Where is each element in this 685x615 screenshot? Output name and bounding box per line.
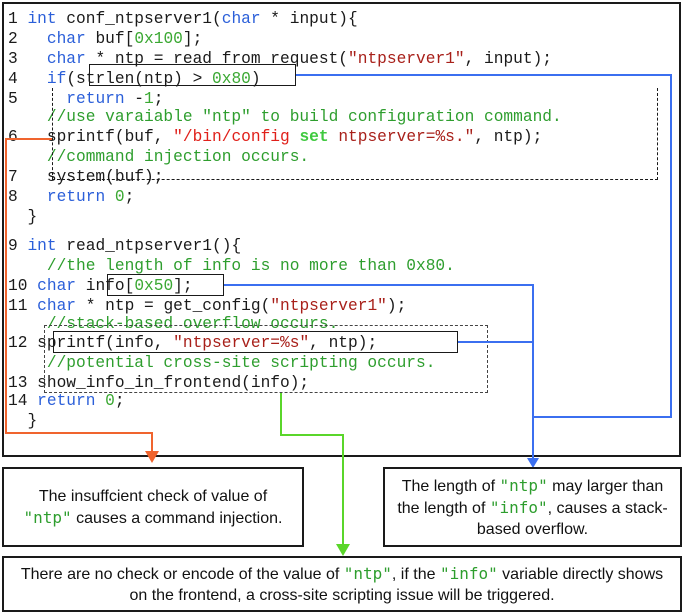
code-token: read_ntpserver1(){ (56, 237, 242, 255)
line-number (8, 148, 27, 166)
code-token: , input); (464, 50, 553, 68)
code-token: ); (386, 297, 407, 315)
code-token: } (27, 412, 38, 430)
var-info: "info" (439, 563, 498, 583)
code-keyword: if (46, 70, 67, 88)
note-xss: There are no check or encode of the valu… (2, 556, 682, 612)
code-token: buf[ (85, 30, 135, 48)
note-text: The length of (401, 477, 500, 495)
code-keyword: char (46, 30, 86, 48)
note-text: There are no check or encode of the valu… (20, 565, 344, 583)
code-token: * ntp = get_config( (76, 297, 271, 315)
code-line: 11 char * ntp = get_config("ntpserver1")… (8, 296, 406, 316)
code-line: //the length of info is no more than 0x8… (8, 256, 455, 276)
var-ntp: "ntp" (343, 563, 392, 583)
line-number: 3 (8, 50, 28, 68)
code-string: "ntpserver1" (270, 297, 387, 315)
code-line: 9 int read_ntpserver1(){ (8, 236, 241, 256)
code-token: ; (124, 188, 135, 206)
strlen-check-highlight (89, 64, 296, 86)
code-token: } (27, 208, 38, 226)
code-line: 14 return 0; (8, 391, 125, 411)
line-number: 5 (8, 90, 28, 108)
line-number: 4 (8, 70, 28, 88)
code-keyword: int (27, 237, 57, 255)
line-number: 11 (8, 297, 38, 315)
code-token: * input){ (260, 10, 358, 28)
code-line: 8 return 0; (8, 187, 134, 207)
line-number: 13 (8, 374, 38, 392)
code-keyword: char (221, 10, 261, 28)
note-command-injection: The insuffcient check of value of "ntp" … (2, 467, 304, 547)
line-number: 1 (8, 10, 28, 28)
code-keyword: char (46, 50, 86, 68)
line-number (8, 257, 27, 275)
code-keyword: char (37, 297, 77, 315)
note-text: , if the (391, 565, 440, 583)
code-token: ]; (182, 30, 203, 48)
line-number (8, 208, 27, 226)
line-number: 6 (8, 128, 28, 146)
code-keyword: return (37, 392, 96, 410)
code-token: ; (114, 392, 125, 410)
var-info: "info" (489, 497, 548, 517)
code-keyword: char (37, 277, 77, 295)
note-text: causes a command injection. (71, 509, 283, 527)
code-number: 0x100 (134, 30, 183, 48)
code-comment: //the length of info is no more than 0x8… (27, 257, 455, 275)
line-number: 8 (8, 188, 28, 206)
code-number: 0 (114, 188, 125, 206)
code-line: 1 int conf_ntpserver1(char * input){ (8, 9, 358, 29)
sprintf-info-highlight (53, 331, 458, 353)
line-number (8, 412, 27, 430)
var-ntp: "ntp" (23, 507, 72, 527)
code-line: 2 char buf[0x100]; (8, 29, 202, 49)
line-number (8, 108, 27, 126)
code-keyword: return (46, 188, 106, 206)
code-string: "ntpserver1" (348, 50, 465, 68)
line-number: 14 (8, 392, 38, 410)
code-number: 0 (105, 392, 115, 410)
info-buffer-highlight (107, 274, 224, 296)
code-keyword: int (27, 10, 57, 28)
command-injection-region (52, 88, 658, 180)
line-number: 12 (8, 334, 38, 352)
line-number: 9 (8, 237, 28, 255)
note-text: The insuffcient check of value of (38, 487, 268, 505)
code-line: } (8, 411, 37, 431)
line-number (8, 315, 27, 333)
line-number: 2 (8, 30, 28, 48)
line-number: 7 (8, 168, 28, 186)
var-ntp: "ntp" (499, 475, 548, 495)
arrow-green-head (336, 544, 350, 556)
line-number (8, 354, 27, 372)
line-number: 10 (8, 277, 38, 295)
note-stack-overflow: The length of "ntp" may larger than the … (383, 467, 682, 547)
code-token: conf_ntpserver1( (56, 10, 222, 28)
code-line: } (8, 207, 37, 227)
